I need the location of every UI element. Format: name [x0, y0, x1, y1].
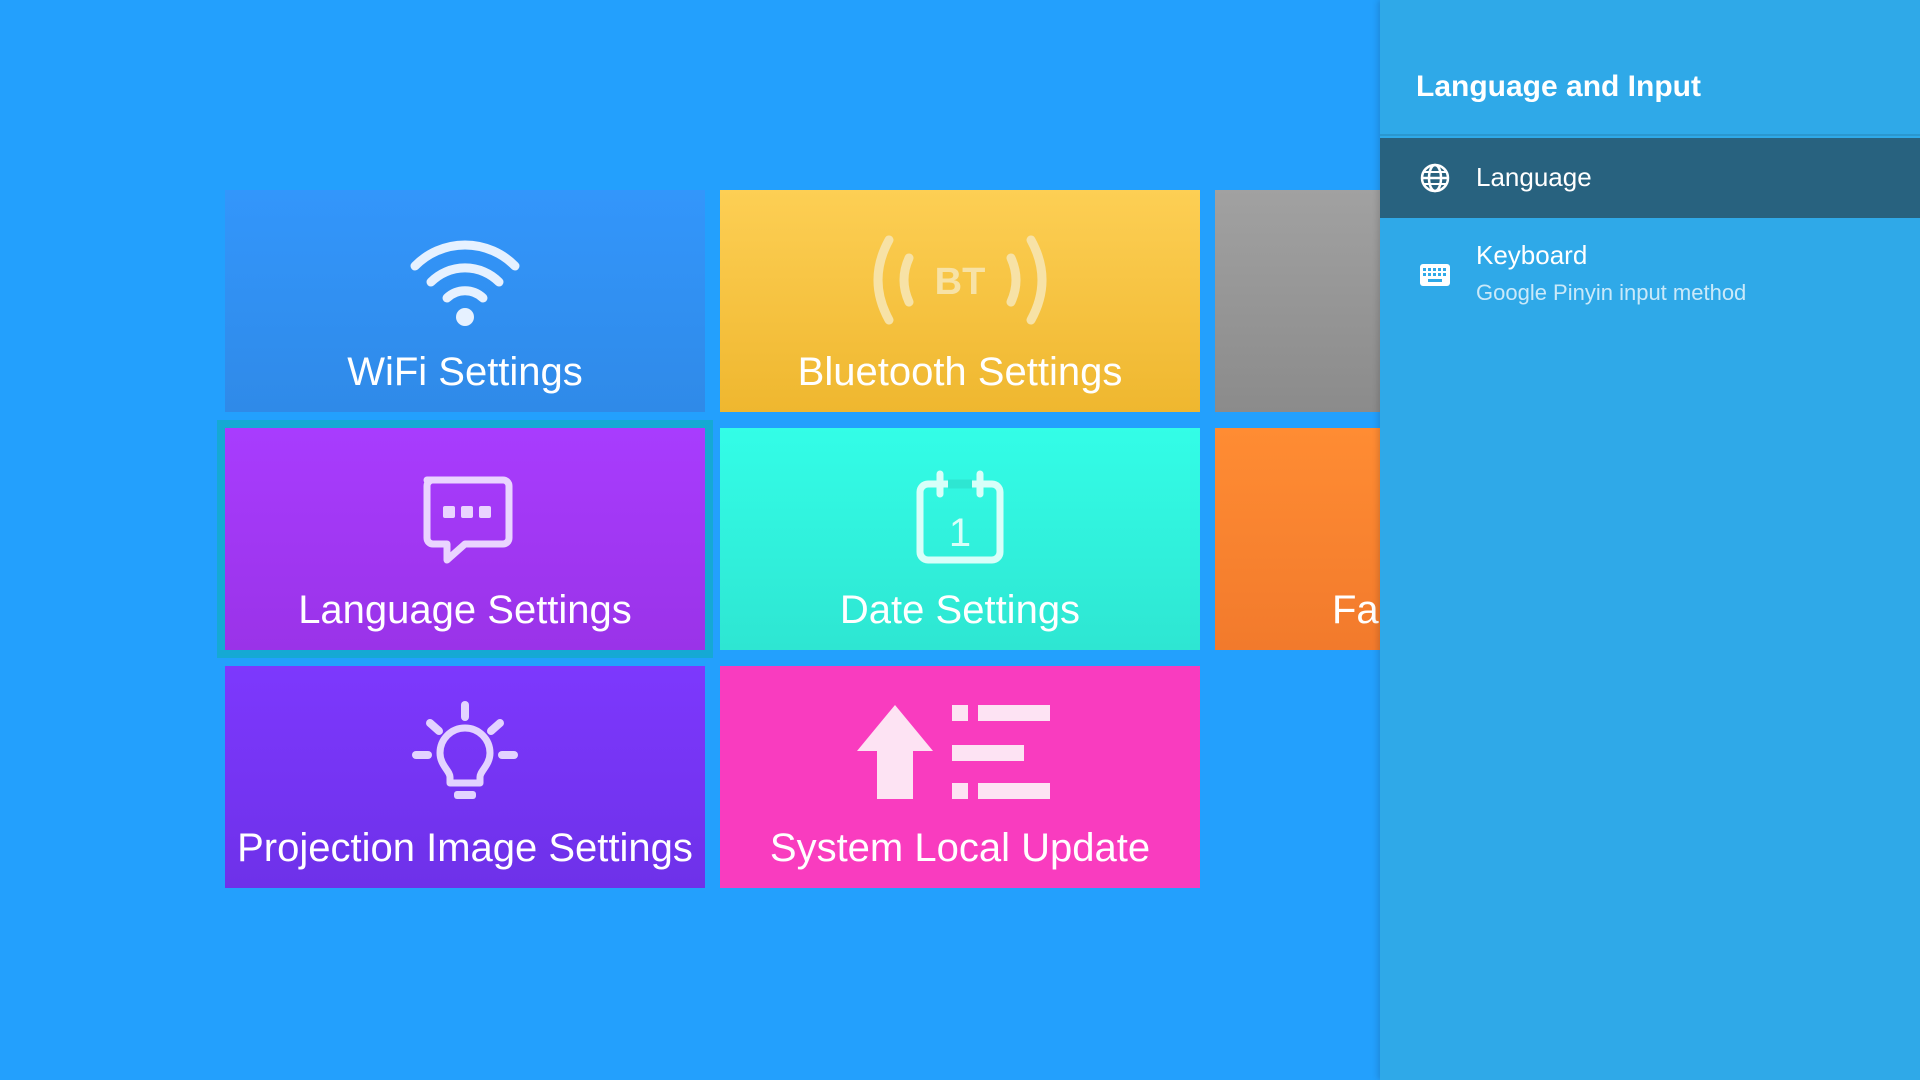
calendar-day-number: 1	[949, 511, 971, 555]
wifi-settings-tile[interactable]: WiFi Settings	[225, 190, 705, 412]
chat-bubble-icon	[225, 470, 705, 566]
projection-image-settings-tile[interactable]: Projection Image Settings	[225, 666, 705, 888]
date-settings-label: Date Settings	[839, 588, 1081, 632]
wifi-icon	[225, 232, 705, 328]
system-local-update-label: System Local Update	[769, 826, 1151, 870]
calendar-icon: 1	[720, 470, 1200, 566]
language-settings-tile[interactable]: Language Settings	[217, 420, 713, 658]
menu-item-language-label: Language	[1476, 162, 1592, 192]
wifi-settings-label: WiFi Settings	[347, 350, 583, 394]
system-local-update-tile[interactable]: System Local Update	[720, 666, 1200, 888]
panel-title: Language and Input	[1416, 70, 1701, 103]
factory-settings-label: Fa	[1332, 588, 1379, 632]
bluetooth-settings-tile[interactable]: BT Bluetooth Settings	[720, 190, 1200, 412]
lightbulb-icon	[225, 701, 705, 804]
settings-grid: WiFi Settings BT Bluetooth Settings Lang…	[0, 0, 1380, 1080]
keyboard-icon	[1418, 258, 1452, 292]
bluetooth-settings-label: Bluetooth Settings	[797, 350, 1123, 394]
menu-item-keyboard-subtitle: Google Pinyin input method	[1476, 280, 1747, 305]
projection-image-settings-label: Projection Image Settings	[237, 826, 693, 870]
menu-item-language[interactable]: Language	[1380, 138, 1920, 218]
bluetooth-icon: BT	[720, 232, 1200, 328]
menu-item-keyboard[interactable]: Keyboard Google Pinyin input method	[1380, 218, 1920, 318]
date-settings-tile[interactable]: 1 Date Settings	[720, 428, 1200, 650]
menu-item-keyboard-label: Keyboard	[1476, 240, 1588, 270]
globe-icon	[1418, 161, 1452, 195]
bluetooth-bt-text: BT	[935, 261, 986, 303]
update-list-icon	[720, 705, 1200, 804]
partial-gray-tile[interactable]	[1215, 190, 1380, 412]
language-settings-label: Language Settings	[298, 588, 632, 632]
factory-settings-tile[interactable]: Fa	[1215, 428, 1380, 650]
language-input-panel: Language and Input Language Keyboard Goo…	[1380, 0, 1920, 1080]
panel-header: Language and Input	[1380, 0, 1920, 136]
